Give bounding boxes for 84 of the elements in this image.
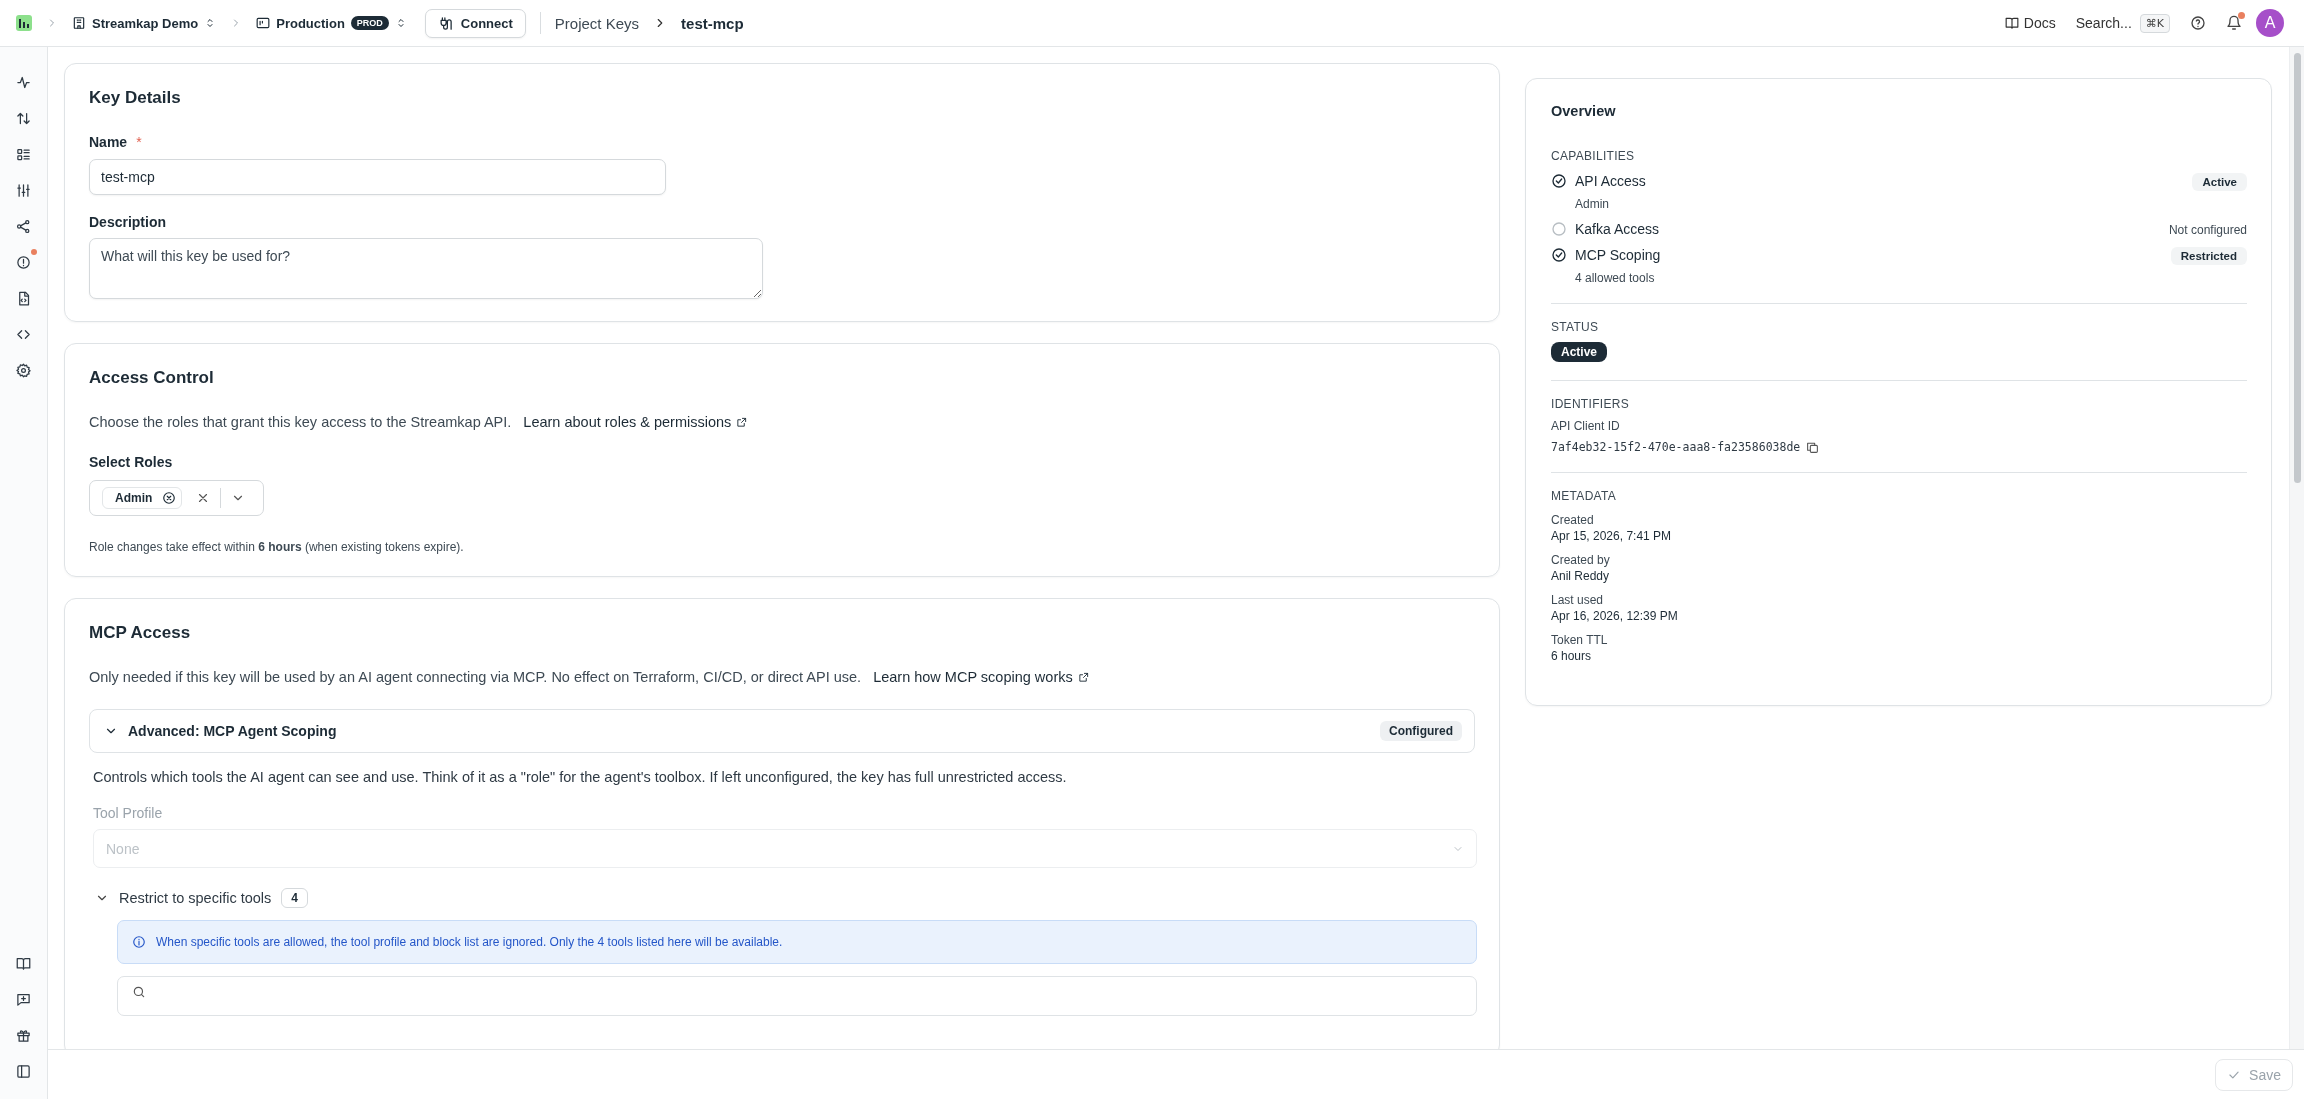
- connect-button[interactable]: Connect: [424, 8, 526, 38]
- sliders-icon[interactable]: [16, 182, 31, 198]
- field-label: Description: [89, 214, 167, 230]
- remove-icon: [162, 491, 177, 505]
- field-label: API Client ID: [1551, 419, 1621, 433]
- book-icon: [2004, 16, 2019, 30]
- copy-icon[interactable]: [1806, 440, 1820, 454]
- field-label: Tool Profile: [93, 805, 164, 821]
- scrollbar[interactable]: [2289, 47, 2304, 1049]
- field-value: Apr 15, 2026, 7:41 PM: [1551, 529, 1673, 543]
- arrows-icon[interactable]: [16, 110, 31, 126]
- client-id: 7af4eb32-15f2-470e-aaa8-fa23586038de: [1551, 440, 1801, 454]
- breadcrumb-link[interactable]: Project Keys: [554, 14, 640, 32]
- help-icon: [2190, 15, 2206, 31]
- search-button[interactable]: Search... ⌘K: [2075, 13, 2170, 33]
- field-label: Select Roles: [89, 454, 174, 470]
- role-select[interactable]: Admin: [89, 480, 264, 516]
- list-icon[interactable]: [16, 146, 31, 162]
- environment-selector[interactable]: Production PROD: [256, 15, 407, 31]
- text-area[interactable]: What will this key be used for?: [89, 238, 763, 299]
- info-text: When specific tools are allowed, the tool profile and block list are ignored. Only the 4 tools listed here will be available.: [156, 935, 783, 949]
- status-text: Not configured: [2168, 222, 2247, 237]
- required-mark: *: [136, 134, 142, 150]
- help-link[interactable]: Learn about roles & permissions: [523, 414, 748, 430]
- external-link-icon: [1077, 671, 1089, 683]
- input-field[interactable]: test-mcp: [89, 159, 666, 195]
- building-icon: [72, 16, 86, 30]
- shortcut-key: ⌘K: [2139, 13, 2170, 33]
- status-badge: Active: [2192, 173, 2247, 191]
- external-link-icon: [736, 416, 748, 428]
- status-badge: Restricted: [2170, 247, 2247, 265]
- logo-icon[interactable]: [16, 15, 32, 31]
- capability-name: Kafka Access: [1575, 221, 1661, 237]
- bell-icon[interactable]: [2226, 15, 2242, 31]
- section-title: Overview: [1551, 103, 1617, 119]
- plug-icon: [437, 15, 453, 31]
- pulse-icon[interactable]: [16, 74, 31, 90]
- field-label: Name: [89, 134, 128, 150]
- alert-icon[interactable]: [16, 254, 31, 270]
- section-title: Key Details: [89, 88, 182, 108]
- capability-detail: Admin: [1575, 197, 1610, 211]
- description-text: Controls which tools the AI agent can see and use. Think of it as a "role" for the agent's toolbox. If left unconfigured, the key has full unrestricted access.: [93, 769, 1068, 785]
- settings-icon[interactable]: [16, 362, 31, 378]
- section-label: METADATA: [1551, 489, 1618, 503]
- field-label: Created: [1551, 513, 1595, 527]
- accordion-header[interactable]: Advanced: MCP Agent Scoping Configured: [89, 709, 1475, 753]
- capability-name: API Access: [1575, 173, 1647, 189]
- role-chip[interactable]: Admin: [102, 487, 183, 509]
- search-icon: [132, 985, 146, 999]
- search-field[interactable]: [117, 976, 1477, 1016]
- gift-icon[interactable]: [16, 1027, 31, 1043]
- book-icon[interactable]: [16, 955, 31, 971]
- note-text: Role changes take effect within 6 hours (when existing tokens expire).: [89, 540, 465, 554]
- docs-link[interactable]: Docs: [2004, 15, 2056, 31]
- info-icon: [132, 935, 146, 949]
- field-value: Apr 16, 2026, 12:39 PM: [1551, 609, 1679, 623]
- count-badge: 4: [281, 888, 308, 908]
- environment-badge: PROD: [350, 16, 389, 30]
- field-label: Token TTL: [1551, 633, 1609, 647]
- section-label: STATUS: [1551, 320, 1600, 334]
- sidebar-icon[interactable]: [16, 1063, 31, 1079]
- section-label: CAPABILITIES: [1551, 149, 1636, 163]
- field-label: Created by: [1551, 553, 1611, 567]
- breadcrumb-link[interactable]: test-mcp: [681, 14, 744, 32]
- status-badge: Active: [1551, 342, 1608, 362]
- description-text: Only needed if this key will be used by an AI agent connecting via MCP. No effect on Terraform, CI/CD, or direct API use.: [89, 669, 862, 685]
- share-icon[interactable]: [16, 218, 31, 234]
- file-code-icon[interactable]: [16, 290, 31, 306]
- workspace-selector[interactable]: Streamkap Demo: [72, 15, 217, 31]
- section-title: Access Control: [89, 368, 215, 388]
- section-label: IDENTIFIERS: [1551, 397, 1630, 411]
- field-label: Last used: [1551, 593, 1605, 607]
- toggle-label[interactable]: Restrict to specific tools: [119, 890, 272, 906]
- field-value: Anil Reddy: [1551, 569, 1611, 583]
- capability-detail: 4 allowed tools: [1575, 271, 1656, 285]
- status-badge: Configured: [1380, 721, 1462, 741]
- avatar[interactable]: A: [2256, 9, 2284, 37]
- field-value: 6 hours: [1551, 649, 1593, 663]
- section-title: MCP Access: [89, 623, 192, 643]
- message-plus-icon[interactable]: [16, 991, 31, 1007]
- help-link[interactable]: Learn how MCP scoping works: [873, 669, 1089, 685]
- capability-name: MCP Scoping: [1575, 247, 1662, 263]
- description-text: Choose the roles that grant this key access to the Streamkap API.: [89, 414, 512, 430]
- environment-icon: [256, 16, 271, 30]
